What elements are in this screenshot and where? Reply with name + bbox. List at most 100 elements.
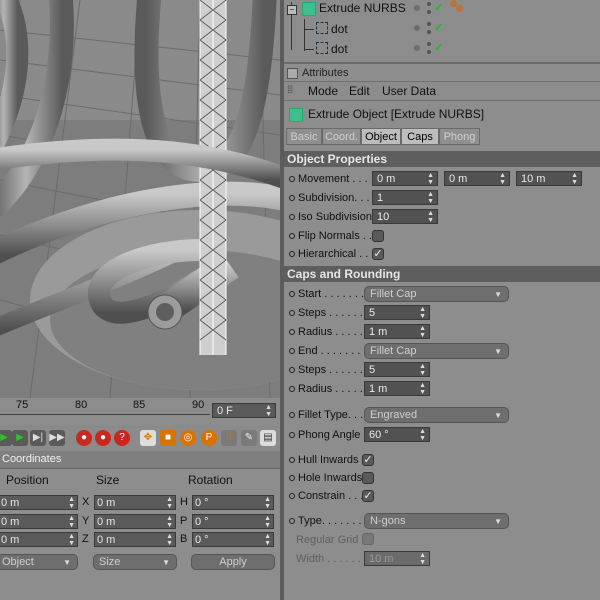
- object-row-extrude-nurbs[interactable]: − Extrude NURBS ✓: [284, 0, 600, 20]
- hull-inwards-checkbox[interactable]: ✓: [362, 454, 374, 466]
- render-dot-icon[interactable]: [427, 22, 431, 26]
- tab-basic[interactable]: Basic: [286, 128, 322, 145]
- movement-y-field[interactable]: 0 m ▲ ▼: [444, 171, 510, 186]
- visibility-dot-icon[interactable]: [414, 45, 420, 51]
- size-x-field[interactable]: 0 m ▲ ▼: [94, 495, 176, 510]
- animation-dot-icon[interactable]: [289, 367, 295, 374]
- phong-angle-value: 60 °: [369, 429, 389, 441]
- animation-dot-icon[interactable]: [289, 432, 295, 439]
- animation-dot-icon[interactable]: [289, 493, 295, 500]
- current-frame-field[interactable]: 0 F ▲ ▼: [212, 403, 276, 418]
- tab-phong[interactable]: Phong: [439, 128, 480, 145]
- regular-grid-checkbox[interactable]: [362, 533, 374, 545]
- steps-end-field[interactable]: 5 ▲ ▼: [364, 362, 430, 377]
- animation-dot-icon[interactable]: [289, 310, 295, 317]
- animation-dot-icon[interactable]: [289, 251, 295, 258]
- apply-button[interactable]: Apply: [191, 554, 275, 570]
- visibility-dot-icon[interactable]: [414, 25, 420, 31]
- object-row-dot[interactable]: dot ✓: [284, 19, 600, 39]
- timeline-ruler[interactable]: 75 80 85 90: [0, 398, 210, 415]
- enabled-check-icon[interactable]: ✓: [434, 21, 443, 34]
- position-x-field[interactable]: 0 m ▲ ▼: [0, 495, 78, 510]
- animation-dot-icon[interactable]: [289, 291, 295, 298]
- play-backward-icon[interactable]: ▶: [0, 430, 12, 446]
- step-forward-icon[interactable]: ▶|: [30, 430, 46, 446]
- animation-dot-icon[interactable]: [289, 176, 295, 183]
- animation-dot-icon[interactable]: [289, 457, 295, 464]
- movement-z-field[interactable]: 10 m ▲ ▼: [516, 171, 582, 186]
- play-icon[interactable]: ▶: [12, 430, 28, 446]
- rotation-b-value: 0 °: [195, 534, 209, 546]
- flip-normals-checkbox[interactable]: [372, 230, 384, 242]
- rotation-h-field[interactable]: 0 ° ▲ ▼: [192, 495, 274, 510]
- animation-dot-icon[interactable]: [289, 386, 295, 393]
- move-key-icon[interactable]: ✥: [140, 430, 156, 446]
- phong-angle-field[interactable]: 60 ° ▲ ▼: [364, 427, 430, 442]
- coordinate-mode-dropdown[interactable]: Object ▼: [0, 554, 78, 570]
- schedule-icon[interactable]: ▤: [260, 430, 276, 446]
- size-z-field[interactable]: 0 m ▲ ▼: [94, 532, 176, 547]
- render-dot-icon[interactable]: [427, 50, 431, 54]
- texture-tag-icon[interactable]: [456, 5, 463, 12]
- menu-user-data[interactable]: User Data: [382, 84, 436, 98]
- go-to-end-icon[interactable]: ▶▶: [49, 430, 65, 446]
- hole-inwards-checkbox[interactable]: [362, 472, 374, 484]
- start-dropdown[interactable]: Fillet Cap ▼: [364, 286, 509, 302]
- fillet-type-dropdown[interactable]: Engraved ▼: [364, 407, 509, 423]
- animation-dot-icon[interactable]: [289, 475, 295, 482]
- autokey-icon[interactable]: ●: [95, 430, 111, 446]
- pla-icon[interactable]: ✎: [241, 430, 257, 446]
- scale-key-icon[interactable]: ■: [160, 430, 176, 446]
- render-dot-icon[interactable]: [427, 42, 431, 46]
- steps-start-field[interactable]: 5 ▲ ▼: [364, 305, 430, 320]
- end-dropdown[interactable]: Fillet Cap ▼: [364, 343, 509, 359]
- type-dropdown[interactable]: N-gons ▼: [364, 513, 509, 529]
- position-y-field[interactable]: 0 m ▲ ▼: [0, 514, 78, 529]
- menu-edit[interactable]: Edit: [349, 84, 370, 98]
- render-dot-icon[interactable]: [427, 10, 431, 14]
- position-z-field[interactable]: 0 m ▲ ▼: [0, 532, 78, 547]
- animation-dot-icon[interactable]: [289, 329, 295, 336]
- animation-dot-icon[interactable]: [289, 214, 295, 221]
- iso-subdivision-field[interactable]: 10 ▲ ▼: [372, 209, 438, 224]
- constrain-checkbox[interactable]: ✓: [362, 490, 374, 502]
- object-row-dot[interactable]: dot ✓: [284, 39, 600, 59]
- movement-x-field[interactable]: 0 m ▲ ▼: [372, 171, 438, 186]
- animation-dot-icon[interactable]: [289, 233, 295, 240]
- radius-end-field[interactable]: 1 m ▲ ▼: [364, 381, 430, 396]
- enabled-check-icon[interactable]: ✓: [434, 1, 443, 14]
- size-y-field[interactable]: 0 m ▲ ▼: [94, 514, 176, 529]
- param-key-icon[interactable]: P: [201, 430, 217, 446]
- render-dot-icon[interactable]: [427, 30, 431, 34]
- hull-inwards-label: Hull Inwards: [289, 454, 359, 466]
- visibility-dot-icon[interactable]: [414, 5, 420, 11]
- width-field[interactable]: 10 m ▲ ▼: [364, 551, 430, 566]
- timeline[interactable]: 75 80 85 90 0 F ▲ ▼: [0, 398, 280, 426]
- 3d-viewport[interactable]: [0, 0, 280, 398]
- animation-dot-icon[interactable]: [289, 518, 295, 525]
- phong-angle-label-text: Phong Angle: [298, 429, 361, 441]
- point-level-icon[interactable]: ⁞⁞: [221, 430, 237, 446]
- size-mode-dropdown[interactable]: Size ▼: [93, 554, 177, 570]
- radius-start-field[interactable]: 1 m ▲ ▼: [364, 324, 430, 339]
- section-object-properties[interactable]: Object Properties: [284, 151, 600, 167]
- section-caps-and-rounding[interactable]: Caps and Rounding: [284, 266, 600, 282]
- rotation-p-field[interactable]: 0 ° ▲ ▼: [192, 514, 274, 529]
- animation-dot-icon[interactable]: [289, 195, 295, 202]
- record-keyframe-icon[interactable]: ●: [76, 430, 92, 446]
- viewport-scene: [0, 0, 280, 398]
- subdivision-field[interactable]: 1 ▲ ▼: [372, 190, 438, 205]
- help-keyframe-icon[interactable]: ?: [114, 430, 130, 446]
- rotation-b-field[interactable]: 0 ° ▲ ▼: [192, 532, 274, 547]
- animation-dot-icon[interactable]: [289, 412, 295, 419]
- animation-dot-icon[interactable]: [289, 348, 295, 355]
- hierarchical-checkbox[interactable]: ✓: [372, 248, 384, 260]
- tab-caps[interactable]: Caps: [401, 128, 439, 145]
- menu-mode[interactable]: Mode: [308, 84, 338, 98]
- tab-object[interactable]: Object: [361, 128, 401, 145]
- enabled-check-icon[interactable]: ✓: [434, 41, 443, 54]
- collapse-icon[interactable]: −: [287, 5, 297, 15]
- rotate-key-icon[interactable]: ◎: [180, 430, 196, 446]
- tab-coord[interactable]: Coord.: [322, 128, 361, 145]
- render-dot-icon[interactable]: [427, 2, 431, 6]
